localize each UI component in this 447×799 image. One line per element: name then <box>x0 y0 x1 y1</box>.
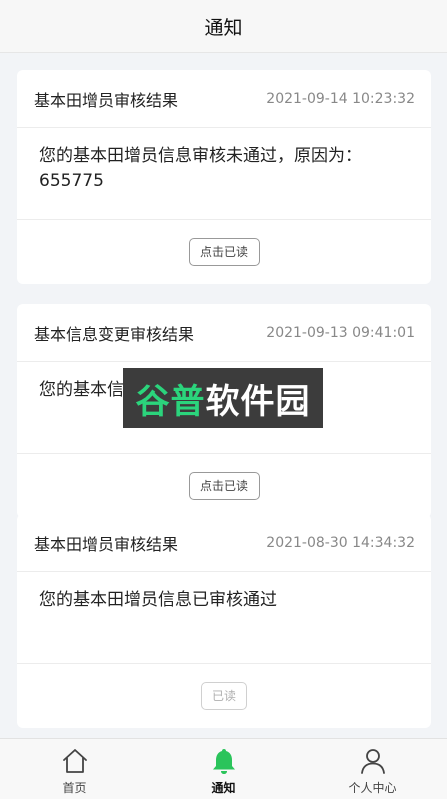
notification-time: 2021-09-13 09:41:01 <box>266 324 415 341</box>
bottom-tab-bar: 首页 通知 个人中心 <box>0 738 447 799</box>
notification-title: 基本田增员审核结果 <box>34 90 179 110</box>
tab-home-label: 首页 <box>62 781 87 795</box>
notification-title: 基本田增员审核结果 <box>34 534 179 554</box>
bell-icon <box>212 749 235 774</box>
notification-time: 2021-09-14 10:23:32 <box>266 90 415 107</box>
notification-time: 2021-08-30 14:34:32 <box>266 534 415 551</box>
home-icon <box>62 749 87 773</box>
user-icon <box>360 749 385 774</box>
notification-message: 您的基本田增员信息已审核通过 <box>17 572 431 664</box>
notification-title: 基本信息变更审核结果 <box>34 324 195 344</box>
tab-profile-label: 个人中心 <box>348 781 397 795</box>
tab-profile[interactable]: 个人中心 <box>298 739 447 799</box>
notification-card: 基本田增员审核结果 2021-08-30 14:34:32 您的基本田增员信息已… <box>17 514 431 728</box>
notification-footer: 点击已读 <box>17 220 431 283</box>
notification-header: 基本信息变更审核结果 2021-09-13 09:41:01 <box>17 304 431 362</box>
notification-footer: 点击已读 <box>17 454 431 517</box>
tab-notifications-label: 通知 <box>211 781 236 795</box>
mark-read-button[interactable]: 点击已读 <box>188 237 260 266</box>
notification-header: 基本田增员审核结果 2021-09-14 10:23:32 <box>17 70 431 128</box>
page-title: 通知 <box>204 16 243 39</box>
notification-header: 基本田增员审核结果 2021-08-30 14:34:32 <box>17 514 431 572</box>
tab-home[interactable]: 首页 <box>0 739 149 799</box>
notification-card: 基本田增员审核结果 2021-09-14 10:23:32 您的基本田增员信息审… <box>17 70 431 284</box>
tab-notifications[interactable]: 通知 <box>149 739 298 799</box>
read-status-button[interactable]: 已读 <box>201 681 247 710</box>
mark-read-button[interactable]: 点击已读 <box>188 471 260 500</box>
watermark-logo: 谷普 软件园 <box>123 368 323 428</box>
top-bar: 通知 <box>0 0 447 53</box>
notification-message: 您的基本田增员信息审核未通过，原因为：655775 <box>17 128 431 220</box>
watermark-text-green: 谷普 <box>135 381 206 422</box>
notification-footer: 已读 <box>17 664 431 727</box>
watermark-text-white: 软件园 <box>205 381 311 422</box>
